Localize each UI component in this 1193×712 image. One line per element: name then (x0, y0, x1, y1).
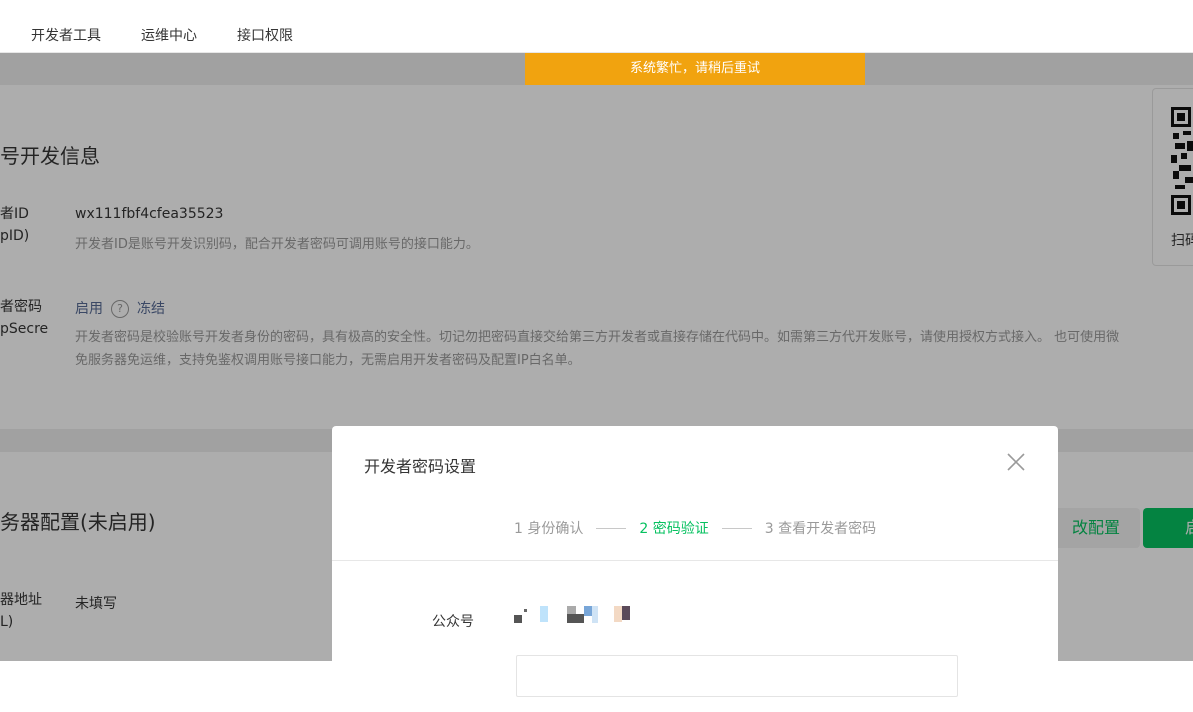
step-connector (596, 527, 627, 529)
error-toast: 系统繁忙，请稍后重试 (525, 53, 865, 85)
account-label: 公众号 (432, 614, 474, 630)
close-icon[interactable] (1004, 450, 1028, 474)
top-nav: 开发者工具 运维中心 接口权限 (0, 0, 1193, 53)
secret-settings-dialog: 开发者密码设置 1 身份确认 2 密码验证 3 查看开发者密码 公众号 (332, 426, 1058, 697)
step-indicator: 1 身份确认 2 密码验证 3 查看开发者密码 (514, 518, 876, 538)
step-connector (721, 527, 752, 529)
dialog-divider (332, 560, 1058, 561)
account-avatar-mosaic (514, 606, 636, 626)
step-view-secret: 3 查看开发者密码 (764, 521, 877, 537)
nav-ops-center[interactable]: 运维中心 (141, 25, 197, 45)
nav-api-permissions[interactable]: 接口权限 (237, 25, 293, 45)
dialog-title: 开发者密码设置 (364, 457, 477, 476)
nav-developer-tools[interactable]: 开发者工具 (31, 25, 101, 45)
step-identity: 1 身份确认 (514, 521, 584, 537)
step-password-verify: 2 密码验证 (639, 521, 709, 537)
password-input[interactable] (516, 655, 958, 697)
